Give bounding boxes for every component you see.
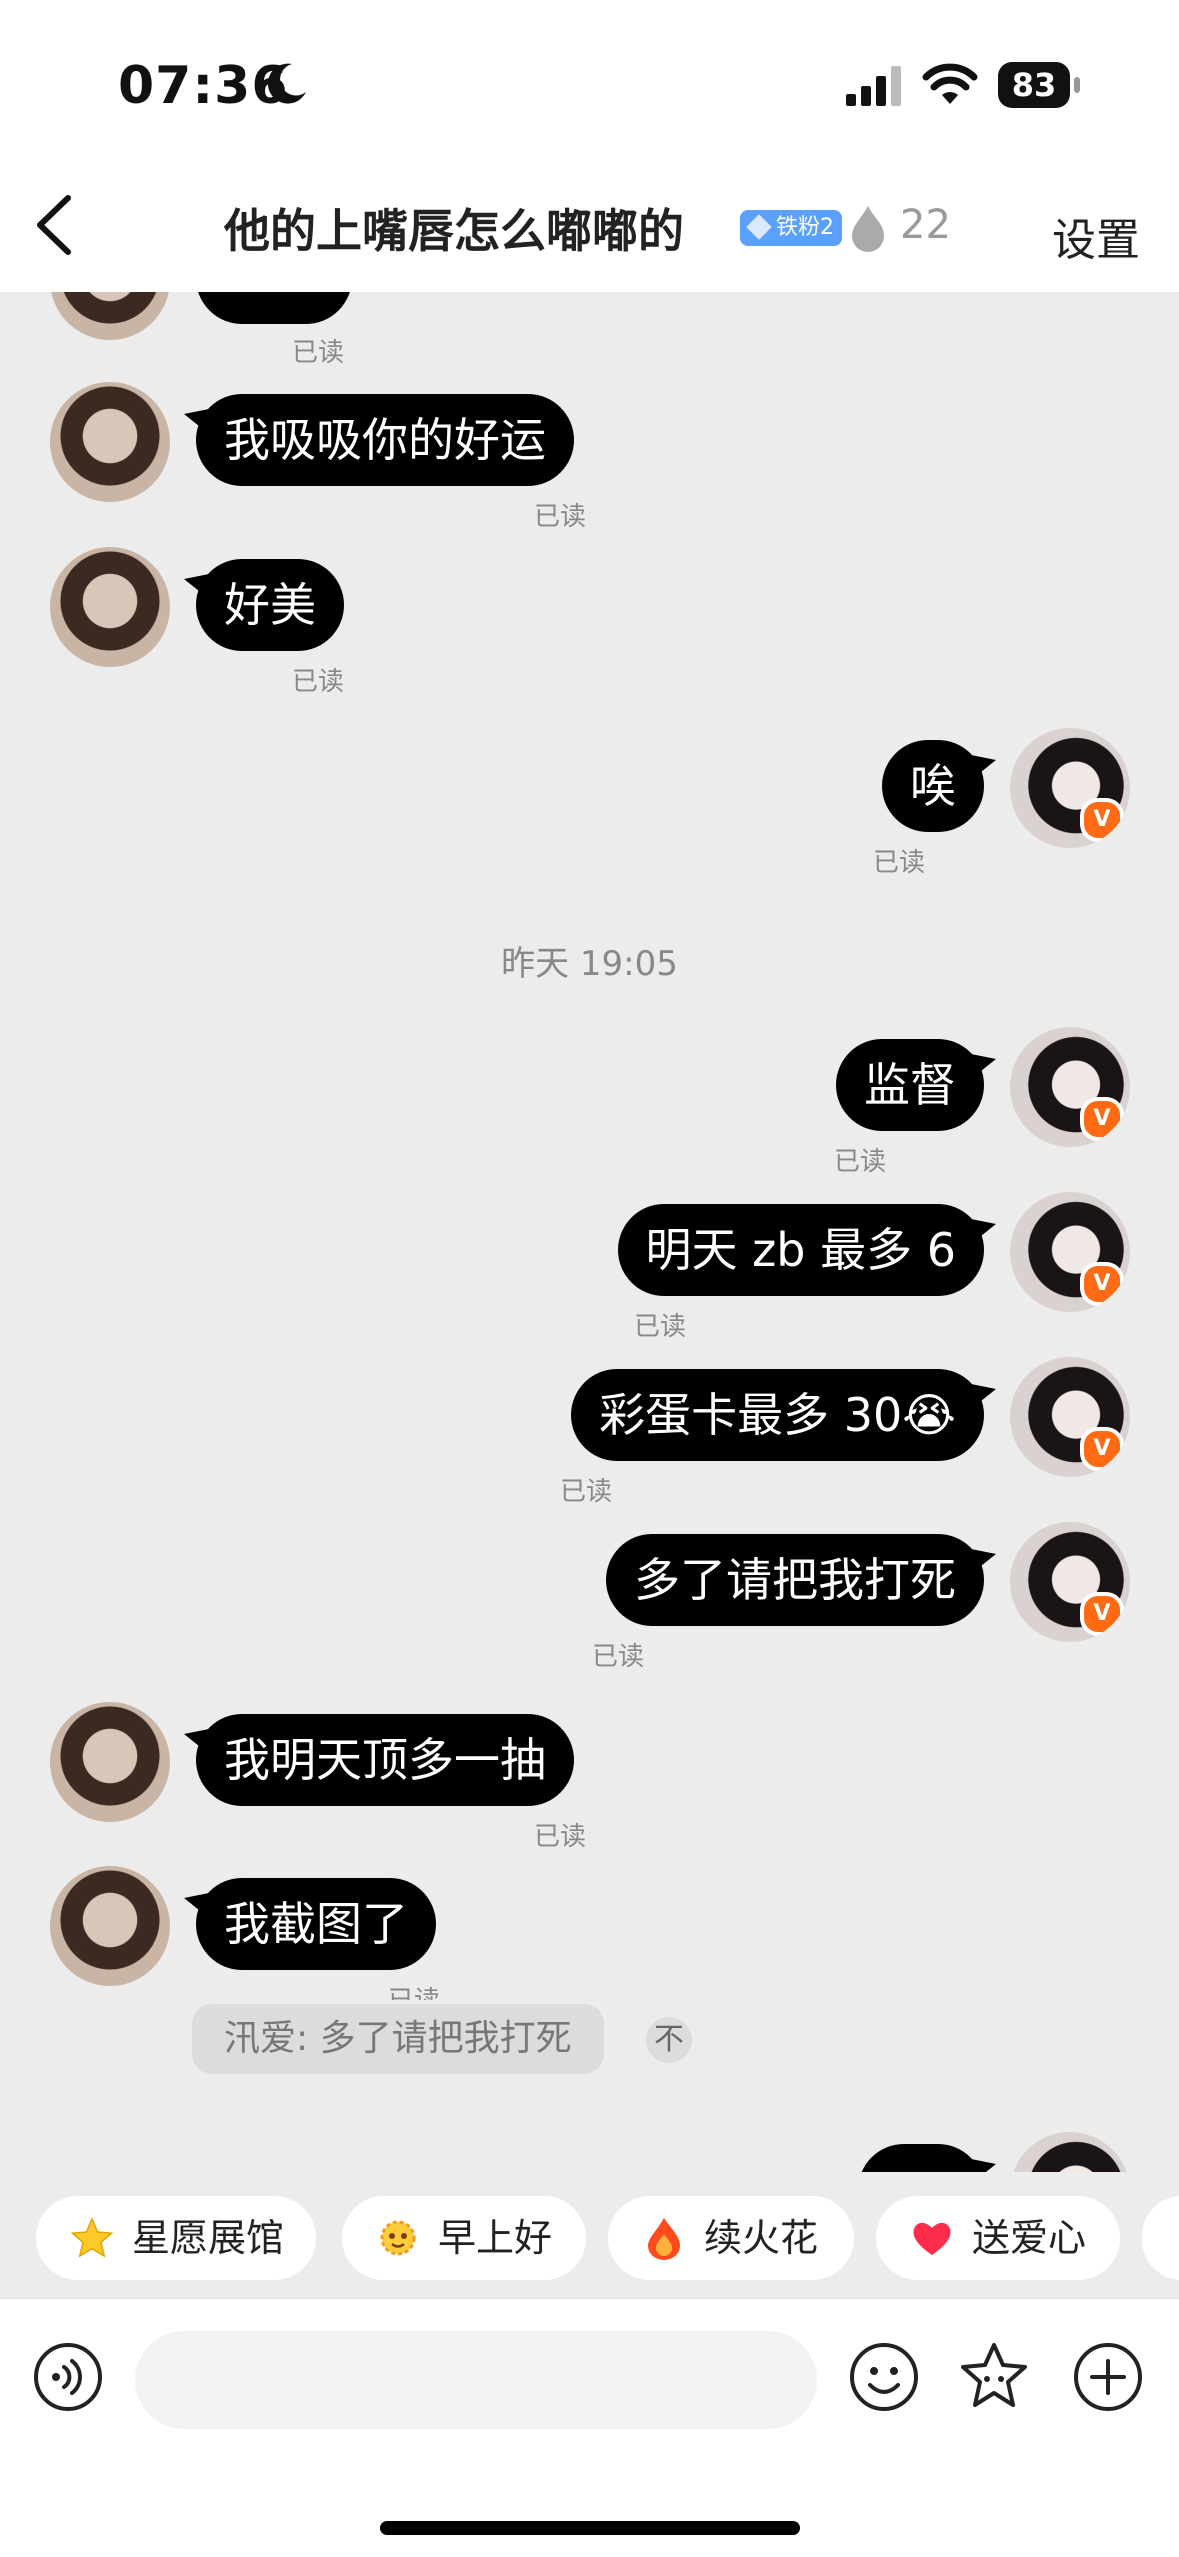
message-bubble[interactable]: 我截图了 bbox=[196, 1878, 436, 1970]
star-emoji-icon bbox=[70, 2217, 114, 2258]
my-avatar[interactable]: V bbox=[1010, 728, 1130, 848]
read-receipt: 已读 bbox=[534, 502, 587, 532]
contact-avatar[interactable] bbox=[50, 382, 170, 502]
chip-send-heart[interactable]: 送爱心 bbox=[876, 2196, 1120, 2280]
read-receipt: 已读 bbox=[634, 1312, 687, 1342]
contact-avatar[interactable] bbox=[50, 1702, 170, 1822]
battery-icon: 83 bbox=[998, 62, 1082, 108]
message-bubble-partial[interactable] bbox=[858, 2144, 984, 2172]
read-receipt: 已读 bbox=[388, 1980, 440, 2000]
my-avatar[interactable]: V bbox=[1010, 1357, 1130, 1477]
my-avatar[interactable]: V bbox=[1010, 1027, 1130, 1147]
plus-icon[interactable] bbox=[1072, 2341, 1144, 2413]
moon-icon bbox=[267, 63, 306, 104]
fire-emoji-icon bbox=[648, 2218, 680, 2260]
back-button[interactable] bbox=[30, 190, 80, 260]
fan-badge: 铁粉2 bbox=[740, 210, 842, 246]
settings-button[interactable]: 设置 bbox=[1052, 204, 1140, 268]
chip-star-gallery[interactable]: 星愿展馆 bbox=[36, 2196, 316, 2280]
top-bar: 07:36 83 他的上嘴唇怎么嘟嘟的 铁粉2 22 设置 bbox=[0, 0, 1179, 292]
message-bubble[interactable]: 监督 bbox=[836, 1039, 984, 1131]
chip-keep-streak[interactable]: 续火花 bbox=[608, 2196, 854, 2280]
my-avatar[interactable] bbox=[1010, 2132, 1130, 2172]
read-receipt: 已读 bbox=[834, 1147, 887, 1177]
star-sticker-icon[interactable] bbox=[956, 2339, 1032, 2415]
heart-emoji-icon bbox=[913, 2222, 951, 2255]
read-receipt: 已读 bbox=[292, 667, 345, 697]
input-bar bbox=[0, 2298, 1179, 2557]
message-list[interactable]: 已读 我吸吸你的好运 已读 好美 已读 V 唉 已读 昨天 19:05 V 监督… bbox=[0, 292, 1179, 2172]
verified-badge-icon: V bbox=[1080, 1097, 1124, 1141]
wifi-icon bbox=[922, 63, 978, 104]
message-bubble[interactable]: 好美 bbox=[196, 559, 344, 651]
my-avatar[interactable]: V bbox=[1010, 1522, 1130, 1642]
read-receipt: 已读 bbox=[534, 1822, 587, 1852]
verified-badge-icon: V bbox=[1080, 1427, 1124, 1471]
quoted-reply[interactable]: 汛爱: 多了请把我打死 bbox=[192, 2004, 604, 2074]
timestamp: 昨天 19:05 bbox=[501, 944, 678, 984]
flame-count: 22 bbox=[900, 202, 951, 248]
contact-avatar[interactable] bbox=[50, 1866, 170, 1986]
diamond-icon bbox=[746, 214, 772, 240]
read-receipt: 已读 bbox=[873, 848, 926, 878]
flame-icon bbox=[852, 206, 884, 252]
voice-icon[interactable] bbox=[32, 2341, 104, 2413]
battery-level: 83 bbox=[1011, 66, 1057, 104]
quote-pin-button[interactable]: 不 bbox=[646, 2017, 692, 2063]
signal-icon bbox=[846, 66, 901, 106]
chat-title: 他的上嘴唇怎么嘟嘟的 bbox=[224, 204, 684, 258]
contact-avatar[interactable] bbox=[50, 292, 170, 340]
chip-partial[interactable] bbox=[1142, 2196, 1179, 2280]
verified-badge-icon: V bbox=[1080, 1592, 1124, 1636]
chip-good-morning[interactable]: 早上好 bbox=[342, 2196, 586, 2280]
quick-reply-bar: 星愿展馆 早上好 续火花 送爱心 bbox=[0, 2172, 1179, 2298]
message-bubble-partial[interactable] bbox=[196, 292, 352, 324]
emoji-icon[interactable] bbox=[848, 2341, 920, 2413]
home-indicator bbox=[380, 2521, 800, 2535]
read-receipt: 已读 bbox=[592, 1642, 645, 1672]
message-bubble[interactable]: 我明天顶多一抽 bbox=[196, 1714, 574, 1806]
verified-badge-icon: V bbox=[1080, 798, 1124, 842]
message-bubble[interactable]: 我吸吸你的好运 bbox=[196, 394, 574, 486]
read-receipt: 已读 bbox=[560, 1477, 613, 1507]
message-bubble[interactable]: 多了请把我打死 bbox=[606, 1534, 984, 1626]
my-avatar[interactable]: V bbox=[1010, 1192, 1130, 1312]
message-bubble[interactable]: 彩蛋卡最多 30😭 bbox=[571, 1369, 984, 1461]
sun-emoji-icon bbox=[380, 2220, 416, 2256]
verified-badge-icon: V bbox=[1080, 1262, 1124, 1306]
contact-avatar[interactable] bbox=[50, 547, 170, 667]
message-input[interactable] bbox=[135, 2331, 817, 2429]
read-receipt: 已读 bbox=[292, 338, 345, 368]
message-bubble[interactable]: 唉 bbox=[882, 740, 984, 832]
fan-badge-label: 铁粉2 bbox=[776, 215, 834, 240]
message-bubble[interactable]: 明天 zb 最多 6 bbox=[617, 1204, 984, 1296]
